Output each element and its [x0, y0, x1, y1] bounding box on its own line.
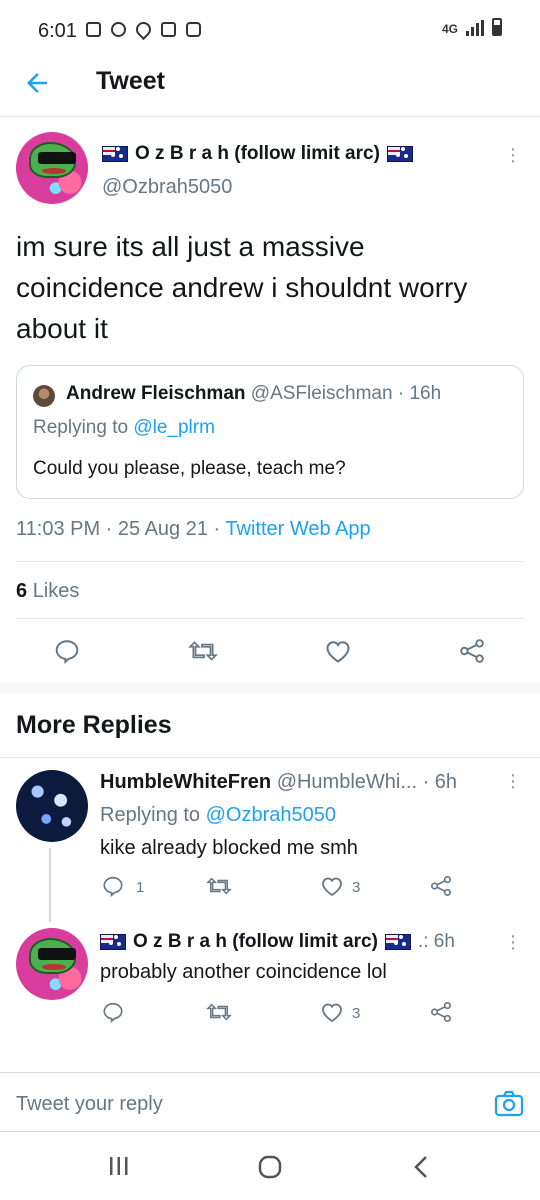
battery-icon — [492, 18, 502, 36]
reply-text: probably another coincidence lol — [100, 961, 387, 983]
australia-flag-icon — [386, 146, 413, 162]
share-icon[interactable] — [430, 1001, 452, 1023]
back-arrow-icon[interactable] — [22, 68, 52, 98]
call-icon — [111, 22, 126, 37]
divider — [16, 618, 524, 619]
system-indicators: 4G — [442, 18, 502, 36]
reply-header[interactable]: O z B r a h (follow limit arc) .: 6h — [100, 931, 455, 953]
network-label: 4G — [441, 22, 458, 36]
reply-count: 1 — [136, 879, 145, 896]
notification-icons — [86, 18, 201, 41]
like-icon[interactable] — [320, 1001, 344, 1023]
avatar[interactable] — [16, 770, 88, 842]
like-icon[interactable] — [320, 875, 344, 897]
system-nav-bar — [0, 1140, 540, 1200]
australia-flag-icon — [384, 934, 411, 950]
share-icon[interactable] — [430, 875, 452, 897]
reply-handle-time: @HumbleWhi... · 6h — [276, 771, 458, 793]
divider — [0, 757, 540, 758]
like-icon[interactable] — [324, 638, 352, 664]
drive-icon — [186, 22, 201, 37]
reply-author: O z B r a h (follow limit arc) — [133, 931, 378, 952]
australia-flag-icon — [100, 934, 126, 950]
quote-text: Could you please, please, teach me? — [33, 458, 346, 479]
retweet-icon[interactable] — [206, 1001, 232, 1023]
quote-avatar — [33, 385, 55, 407]
reply-icon[interactable] — [54, 638, 80, 664]
replying-to-link: @le_plrm — [133, 417, 215, 438]
replying-prefix: Replying to — [33, 417, 129, 438]
home-icon[interactable] — [257, 1154, 283, 1180]
quote-author: Andrew Fleischman — [66, 383, 246, 404]
reply-text: kike already blocked me smh — [100, 837, 358, 859]
quoted-tweet[interactable]: Andrew Fleischman @ASFleischman · 16h Re… — [16, 365, 524, 499]
retweet-icon[interactable] — [188, 638, 218, 664]
replying-to-link[interactable]: @Ozbrah5050 — [206, 804, 336, 826]
reply-icon[interactable] — [102, 875, 124, 897]
retweet-icon[interactable] — [206, 875, 232, 897]
reply-icon[interactable] — [102, 1001, 124, 1023]
tweet-source[interactable]: Twitter Web App — [225, 518, 370, 540]
quote-replying: Replying to @le_plrm — [33, 417, 215, 439]
thread-line — [49, 848, 51, 922]
reply-replying: Replying to @Ozbrah5050 — [100, 804, 336, 827]
status-time: 6:01 — [38, 20, 77, 42]
author-handle: @Ozbrah5050 — [102, 176, 233, 198]
section-separator — [0, 683, 540, 693]
avatar[interactable] — [16, 928, 88, 1000]
more-replies-title: More Replies — [16, 711, 172, 739]
app-icon — [161, 22, 176, 37]
back-icon[interactable] — [412, 1154, 430, 1180]
camera-icon[interactable] — [494, 1089, 524, 1117]
status-bar: 6:01 4G — [0, 0, 540, 62]
more-icon[interactable]: · · · — [508, 765, 518, 797]
like-count: 3 — [352, 1005, 361, 1022]
tweet-text: im sure its all just a massive coinciden… — [16, 231, 468, 344]
quote-handle-time: @ASFleischman · 16h — [250, 383, 442, 404]
likes-label: Likes — [32, 580, 80, 602]
reply-composer[interactable]: Tweet your reply — [0, 1072, 540, 1132]
australia-flag-icon — [102, 146, 128, 162]
divider — [0, 116, 540, 117]
location-icon — [132, 18, 155, 41]
tweet-time: 11:03 PM · 25 Aug 21 · — [16, 518, 221, 540]
reply-author: HumbleWhiteFren — [100, 771, 272, 793]
avatar[interactable] — [16, 132, 88, 204]
notification-icon — [86, 22, 101, 37]
recents-icon[interactable] — [108, 1154, 130, 1178]
like-count: 3 — [352, 879, 361, 896]
quote-header: Andrew Fleischman @ASFleischman · 16h — [66, 383, 441, 405]
likes-number: 6 — [16, 580, 28, 602]
likes-count[interactable]: 6 Likes — [16, 580, 79, 603]
author-name: O z B r a h (follow limit arc) — [135, 143, 380, 164]
share-icon[interactable] — [459, 638, 485, 664]
reply-input[interactable]: Tweet your reply — [16, 1093, 163, 1116]
divider — [16, 561, 524, 562]
reply-header[interactable]: HumbleWhiteFren @HumbleWhi... · 6h — [100, 771, 457, 794]
tweet-meta: 11:03 PM · 25 Aug 21 · Twitter Web App — [16, 518, 371, 541]
signal-icon — [466, 20, 484, 36]
page-title: Tweet — [96, 67, 165, 95]
replying-prefix: Replying to — [100, 804, 201, 826]
more-icon[interactable]: · · · — [508, 139, 518, 171]
app-bar: Tweet — [0, 62, 540, 116]
reply-handle-time: .: 6h — [417, 931, 455, 952]
more-icon[interactable]: · · · — [508, 926, 518, 958]
tweet-author[interactable]: O z B r a h (follow limit arc) — [102, 143, 413, 165]
